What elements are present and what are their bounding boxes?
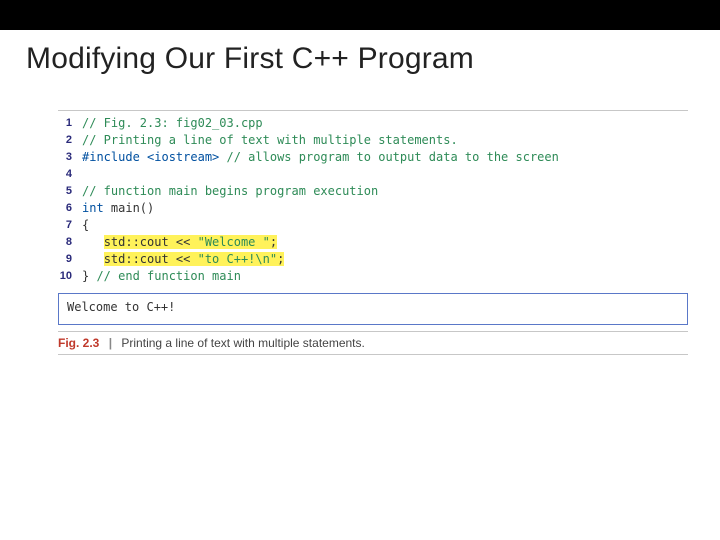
line-number: 10 xyxy=(58,268,82,285)
slide-title: Modifying Our First C++ Program xyxy=(0,30,720,76)
line-number: 8 xyxy=(58,234,82,251)
code-line: 3#include <iostream> // allows program t… xyxy=(58,149,688,166)
top-bar xyxy=(0,0,720,30)
program-output-box: Welcome to C++! xyxy=(58,293,688,325)
line-number: 3 xyxy=(58,149,82,166)
code-text: int main() xyxy=(82,200,154,217)
code-line: 5// function main begins program executi… xyxy=(58,183,688,200)
program-output-text: Welcome to C++! xyxy=(67,300,175,314)
code-line: 8 std::cout << "Welcome "; xyxy=(58,234,688,251)
code-text: // Printing a line of text with multiple… xyxy=(82,132,458,149)
figure-label: Fig. 2.3 xyxy=(58,336,99,350)
code-figure: 1// Fig. 2.3: fig02_03.cpp2// Printing a… xyxy=(58,110,688,285)
line-number: 9 xyxy=(58,251,82,268)
figure-caption: Fig. 2.3 | Printing a line of text with … xyxy=(58,331,688,350)
code-line: 1// Fig. 2.3: fig02_03.cpp xyxy=(58,115,688,132)
code-line: 7{ xyxy=(58,217,688,234)
code-line: 10} // end function main xyxy=(58,268,688,285)
code-text: std::cout << "Welcome "; xyxy=(82,234,277,251)
code-text: #include <iostream> // allows program to… xyxy=(82,149,559,166)
figure-separator: | xyxy=(103,336,118,350)
code-text: std::cout << "to C++!\n"; xyxy=(82,251,284,268)
slide: Modifying Our First C++ Program 1// Fig.… xyxy=(0,0,720,540)
rule-bottom xyxy=(58,354,688,355)
code-line: 2// Printing a line of text with multipl… xyxy=(58,132,688,149)
code-text: } // end function main xyxy=(82,268,241,285)
figure-text: Printing a line of text with multiple st… xyxy=(121,336,364,350)
code-block: 1// Fig. 2.3: fig02_03.cpp2// Printing a… xyxy=(58,115,688,285)
code-text: // function main begins program executio… xyxy=(82,183,378,200)
line-number: 1 xyxy=(58,115,82,132)
code-text: // Fig. 2.3: fig02_03.cpp xyxy=(82,115,263,132)
code-line: 4 xyxy=(58,166,688,183)
line-number: 4 xyxy=(58,166,82,183)
line-number: 7 xyxy=(58,217,82,234)
line-number: 2 xyxy=(58,132,82,149)
code-text: { xyxy=(82,217,89,234)
code-text xyxy=(82,166,89,183)
rule-top xyxy=(58,110,688,111)
code-line: 6int main() xyxy=(58,200,688,217)
line-number: 6 xyxy=(58,200,82,217)
code-line: 9 std::cout << "to C++!\n"; xyxy=(58,251,688,268)
line-number: 5 xyxy=(58,183,82,200)
